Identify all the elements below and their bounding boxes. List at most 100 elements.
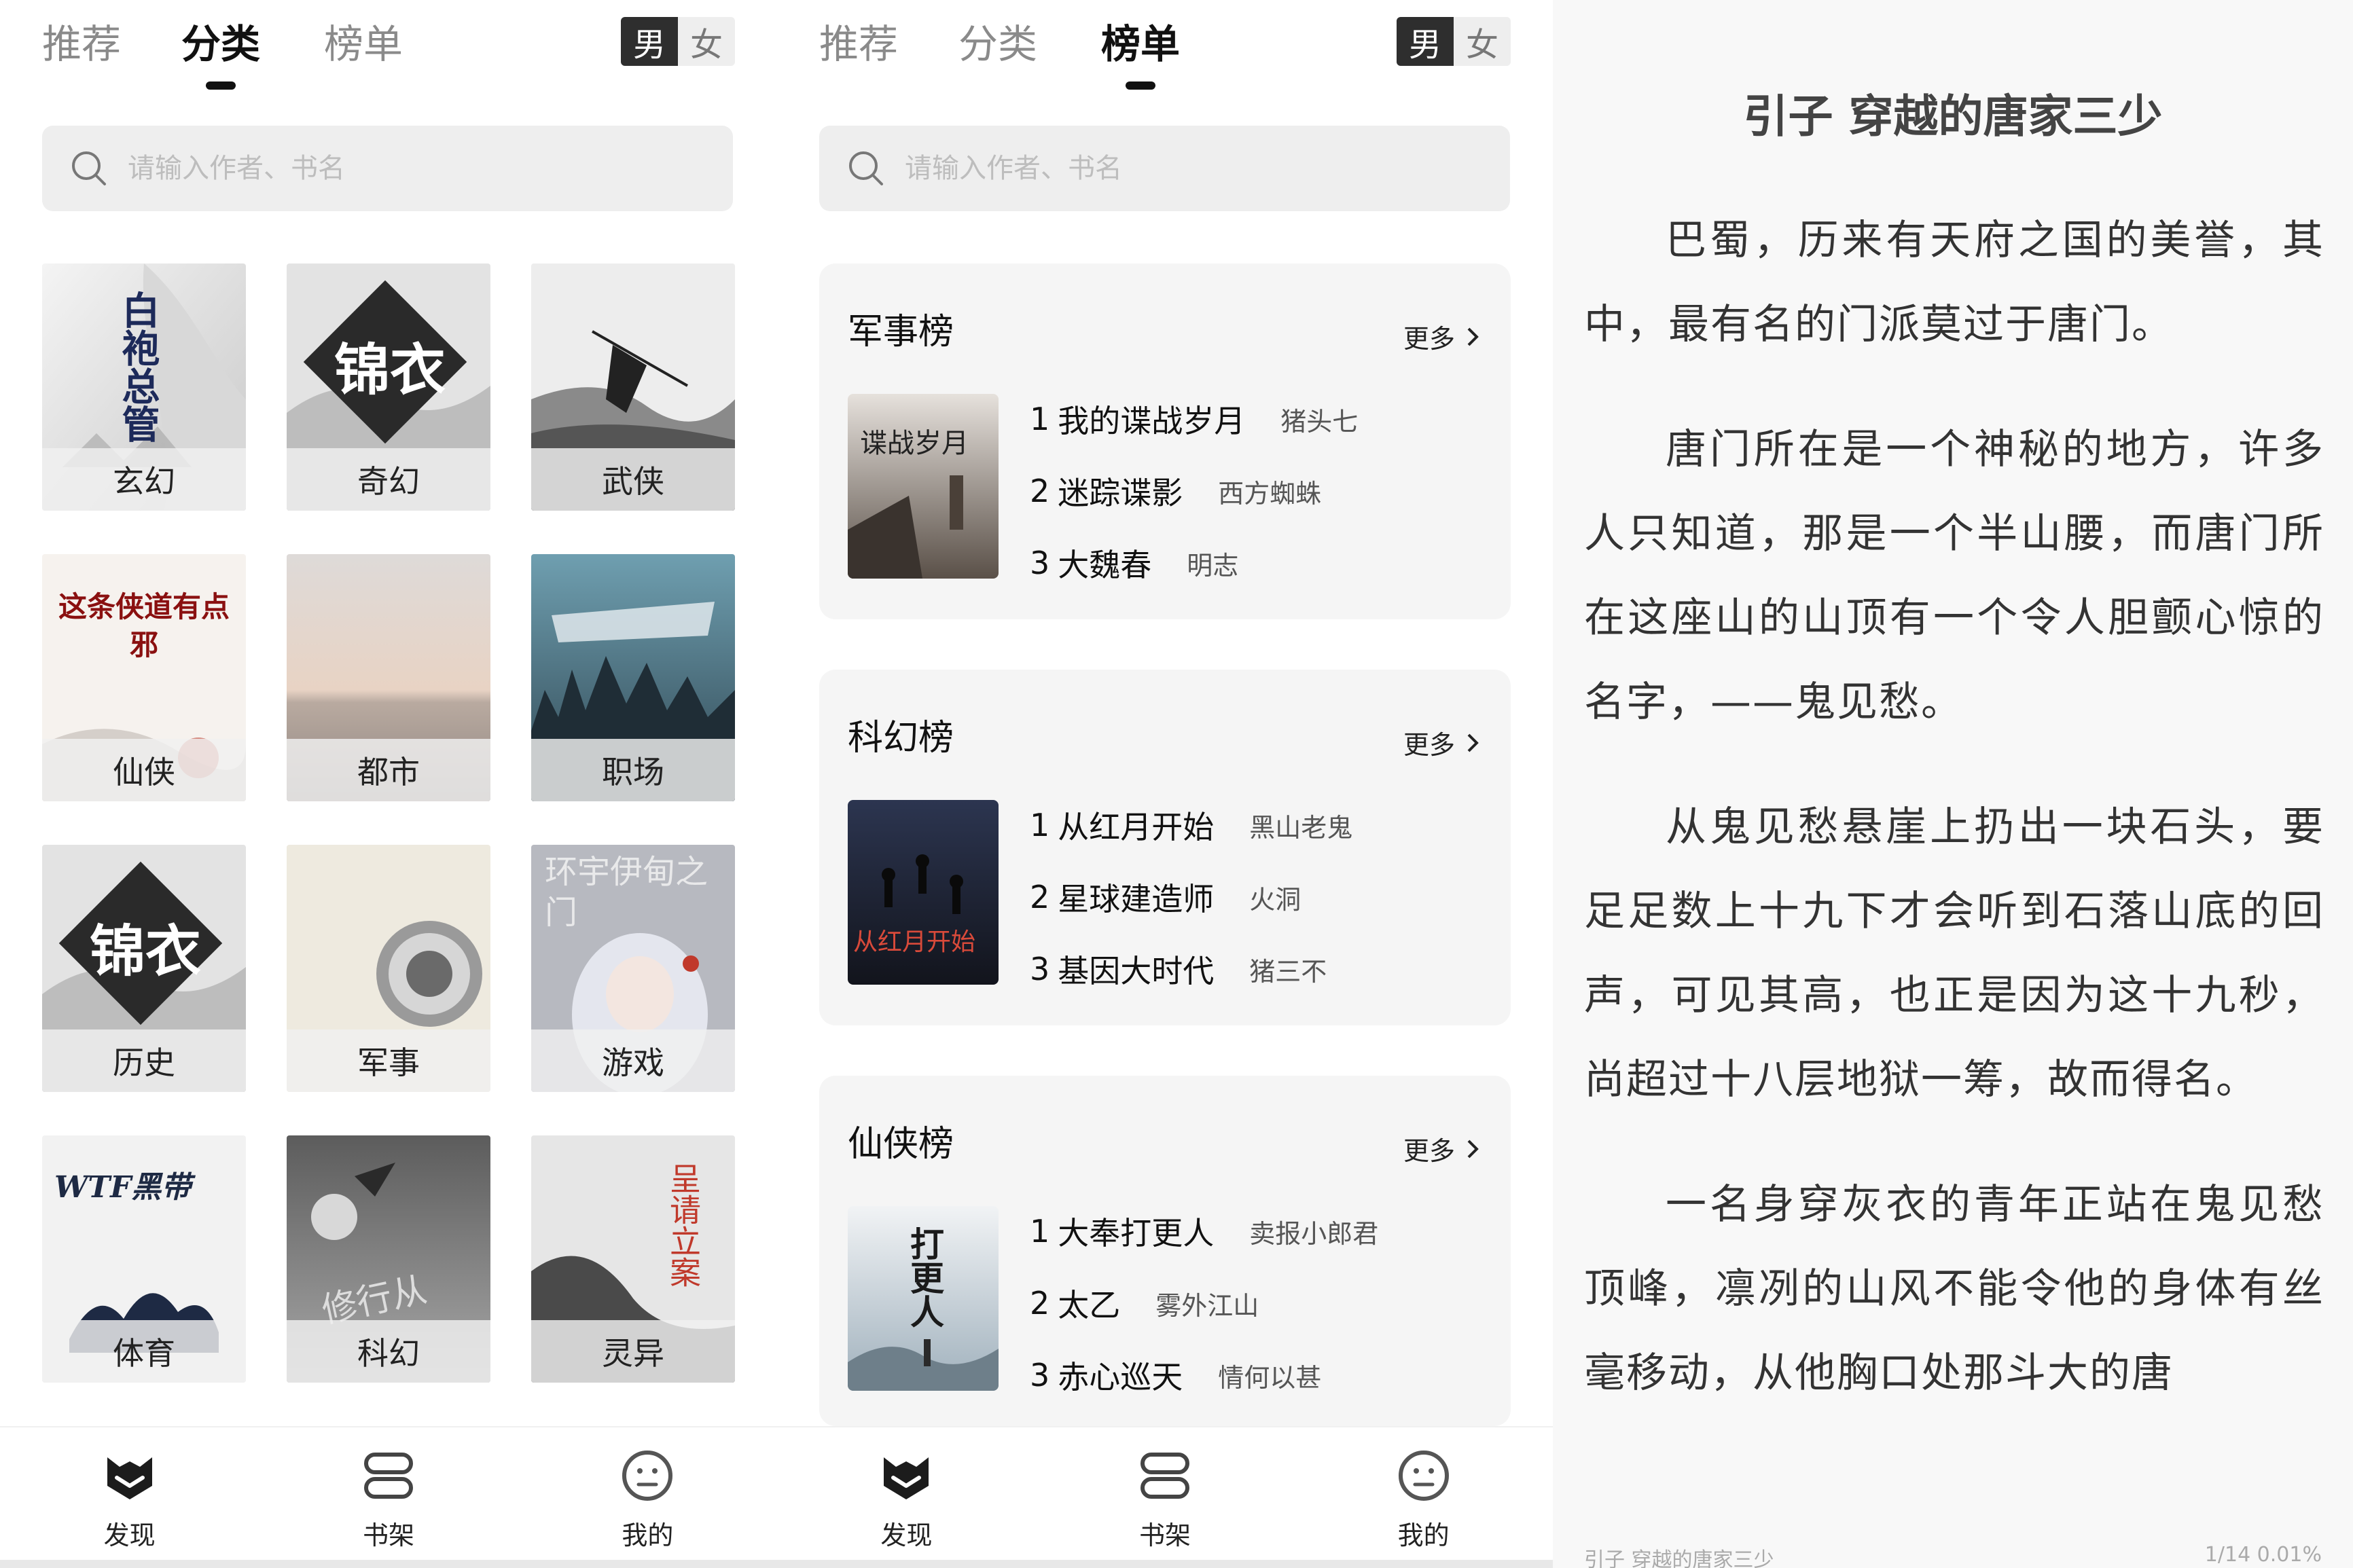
nav-label: 书架 [362, 1520, 414, 1550]
tab-ranking-label: 榜单 [1101, 21, 1181, 67]
ranking-row[interactable]: 1 从红月开始 黑山老鬼 [1030, 789, 1497, 861]
gender-male-button[interactable]: 男 [1397, 17, 1454, 66]
category-label: 体育 [42, 1320, 246, 1383]
category-card-youxi[interactable]: 环宇伊甸之门 游戏 [531, 845, 735, 1092]
ranking-list: 1 大奉打更人 卖报小郎君 2 太乙 雾外江山 3 赤心巡天 情何以甚 [1030, 1195, 1497, 1411]
ranking-row[interactable]: 3 赤心巡天 情何以甚 [1030, 1339, 1497, 1411]
search-bar[interactable] [42, 126, 733, 211]
ranking-row[interactable]: 2 星球建造师 火洞 [1030, 861, 1497, 933]
category-card-xianxia[interactable]: 这条侠道有点邪 仙侠 [42, 554, 246, 801]
more-button[interactable]: 更多 [1403, 1130, 1482, 1167]
book-author: 黑山老鬼 [1249, 812, 1353, 843]
nav-label: 发现 [880, 1520, 933, 1550]
book-author: 猪头七 [1280, 406, 1359, 437]
book-title: 从红月开始 [1058, 809, 1215, 845]
category-card-tiyu[interactable]: WTF黑带 体育 [42, 1135, 246, 1383]
chapter-title: 引子 穿越的唐家三少 [1743, 90, 2163, 143]
discover-icon [107, 1457, 152, 1499]
nav-label: 发现 [103, 1520, 156, 1550]
paragraph: 从鬼见愁悬崖上扔出一块石头，要足足数上十九下才会听到石落山底的回声，可见其高，也… [1584, 803, 2324, 1104]
category-label: 都市 [287, 739, 490, 801]
ranking-title: 军事榜 [848, 312, 954, 352]
system-bar [0, 1560, 777, 1568]
chevron-right-icon [1467, 1139, 1479, 1158]
search-input[interactable] [905, 153, 1448, 184]
ranking-row[interactable]: 3 大魏春 明志 [1030, 527, 1497, 599]
ranking-row[interactable]: 3 基因大时代 猪三不 [1030, 933, 1497, 1005]
rank-number: 3 [1030, 545, 1050, 581]
nav-bookshelf[interactable]: 书架 [259, 1427, 518, 1568]
gender-male-button[interactable]: 男 [621, 17, 678, 66]
active-tab-indicator [206, 81, 236, 90]
nav-profile[interactable]: 我的 [518, 1427, 777, 1568]
book-title: 星球建造师 [1058, 881, 1215, 917]
rank-number: 2 [1030, 1285, 1050, 1321]
book-author: 火洞 [1249, 884, 1301, 915]
book-title: 我的谍战岁月 [1058, 403, 1246, 439]
tab-recommend[interactable]: 推荐 [42, 12, 121, 69]
book-title: 赤心巡天 [1058, 1359, 1183, 1396]
rank-number: 1 [1030, 1213, 1050, 1250]
chapter-content: 巴蜀，历来有天府之国的美誉，其中，最有名的门派莫过于唐门。 唐门所在是一个神秘的… [1584, 198, 2324, 1456]
category-card-junshi[interactable]: 军事 [287, 845, 490, 1092]
rank-number: 3 [1030, 951, 1050, 987]
nav-label: 我的 [1397, 1520, 1450, 1550]
nav-label: 我的 [622, 1520, 674, 1550]
tab-category[interactable]: 分类 [958, 12, 1037, 69]
bookshelf-icon [363, 1453, 413, 1499]
more-button[interactable]: 更多 [1403, 318, 1482, 355]
tab-ranking[interactable]: 榜单 [1101, 12, 1181, 90]
tab-ranking[interactable]: 榜单 [324, 12, 403, 69]
profile-icon [1398, 1451, 1449, 1501]
category-card-zhichang[interactable]: 职场 [531, 554, 735, 801]
gender-female-button[interactable]: 女 [1454, 17, 1511, 66]
cover-title-text: 谍战岁月 [860, 428, 969, 459]
rank-number: 2 [1030, 879, 1050, 915]
cover-title-text: 白袍总管 [115, 291, 160, 443]
tab-category[interactable]: 分类 [181, 12, 260, 90]
search-bar[interactable] [819, 126, 1510, 211]
book-cover[interactable]: 打更人 [848, 1206, 999, 1391]
reader-screen[interactable]: 引子 穿越的唐家三少 巴蜀，历来有天府之国的美誉，其中，最有名的门派莫过于唐门。… [1553, 0, 2353, 1568]
ranking-row[interactable]: 1 我的谍战岁月 猪头七 [1030, 383, 1497, 455]
more-button[interactable]: 更多 [1403, 724, 1482, 761]
ranking-title: 仙侠榜 [848, 1124, 954, 1165]
search-input[interactable] [128, 153, 671, 184]
category-card-lishi[interactable]: 锦衣 历史 [42, 845, 246, 1092]
nav-discover[interactable]: 发现 [777, 1427, 1036, 1568]
category-card-kehuan[interactable]: 修行从 科幻 [287, 1135, 490, 1383]
nav-discover[interactable]: 发现 [0, 1427, 259, 1568]
more-label: 更多 [1403, 324, 1455, 354]
category-card-dushi[interactable]: 都市 [287, 554, 490, 801]
profile-icon [622, 1451, 673, 1501]
category-card-lingyi[interactable]: 呈请立案 灵异 [531, 1135, 735, 1383]
reader-footer: 引子 穿越的唐家三少 1/14 0.01% [1584, 1543, 2322, 1568]
category-card-wuxia[interactable]: 武侠 [531, 263, 735, 511]
category-label: 职场 [531, 739, 735, 801]
book-cover[interactable]: 从红月开始 [848, 800, 999, 985]
chevron-right-icon [1467, 327, 1479, 346]
ranking-card-scifi: 科幻榜 更多 从红月开始 1 从红月开始 黑山老鬼 2 星球建造师 火洞 3 基因大时代猪… [819, 670, 1511, 1025]
more-label: 更多 [1403, 1136, 1455, 1166]
gender-female-button[interactable]: 女 [678, 17, 735, 66]
nav-profile[interactable]: 我的 [1294, 1427, 1553, 1568]
bottom-navigation: 发现 书架 我的 [0, 1426, 777, 1568]
ranking-row[interactable]: 2 迷踪谍影 西方蜘蛛 [1030, 455, 1497, 527]
cover-title-text: 打更人 [905, 1226, 945, 1328]
ranking-row[interactable]: 1 大奉打更人 卖报小郎君 [1030, 1195, 1497, 1267]
gender-toggle: 男 女 [1397, 17, 1511, 66]
bookshelf-icon [1140, 1453, 1189, 1499]
book-cover[interactable]: 谍战岁月 [848, 394, 999, 579]
category-card-qihuan[interactable]: 锦衣 奇幻 [287, 263, 490, 511]
cover-title-text: 环宇伊甸之门 [545, 853, 708, 932]
nav-bookshelf[interactable]: 书架 [1036, 1427, 1295, 1568]
tab-recommend[interactable]: 推荐 [819, 12, 898, 69]
book-author: 猪三不 [1249, 956, 1327, 987]
book-author: 雾外江山 [1155, 1290, 1259, 1321]
rank-number: 3 [1030, 1357, 1050, 1393]
ranking-row[interactable]: 2 太乙 雾外江山 [1030, 1267, 1497, 1339]
discover-icon [884, 1457, 929, 1499]
gender-toggle: 男 女 [621, 17, 735, 66]
category-card-xuanhuan[interactable]: 白袍总管 玄幻 [42, 263, 246, 511]
rank-number: 1 [1030, 807, 1050, 843]
